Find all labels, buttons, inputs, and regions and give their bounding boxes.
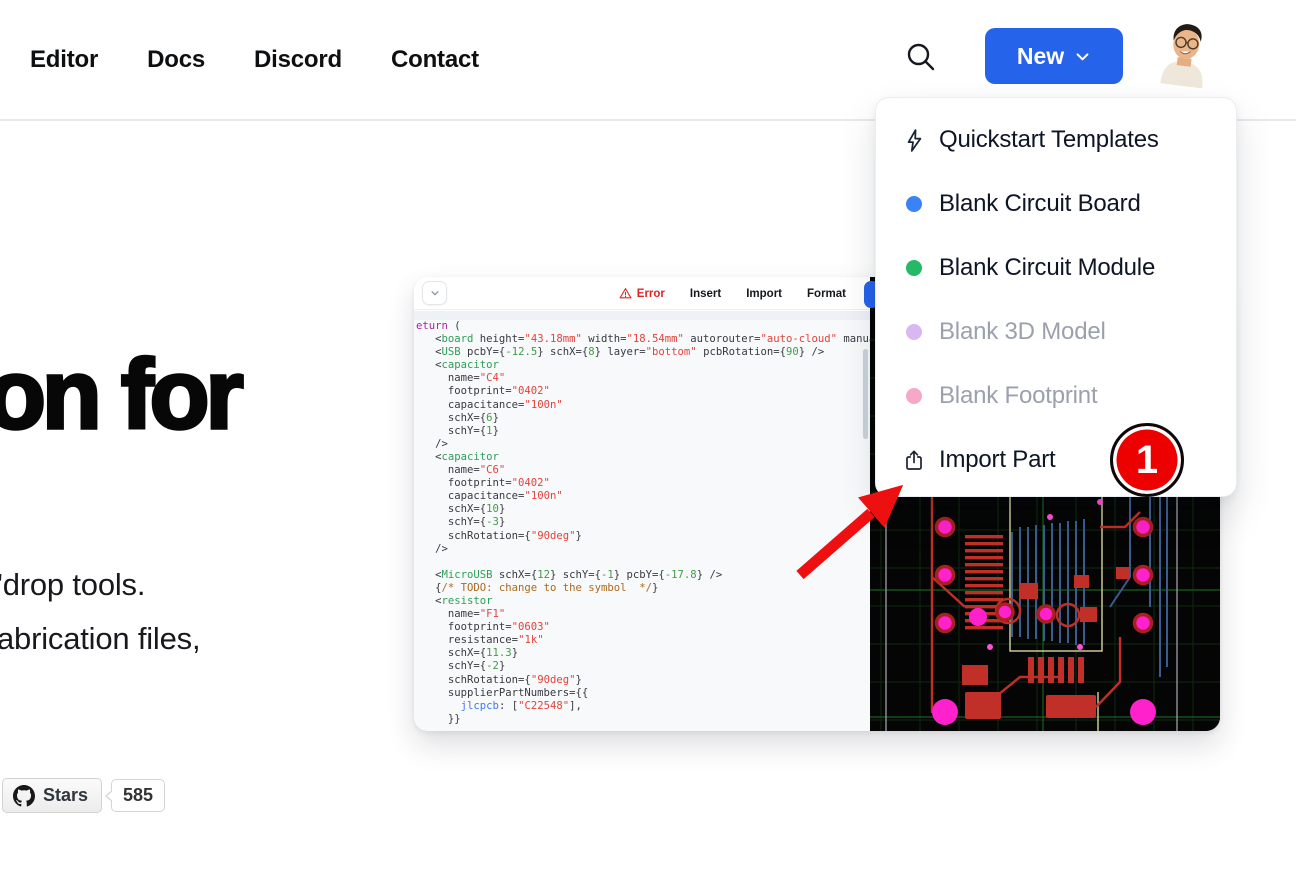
editor-toolbar: Error Insert Import Format <box>414 277 870 310</box>
color-dot-icon <box>906 260 922 276</box>
menu-item-blank-3d-model: Blank 3D Model <box>876 300 1236 364</box>
annotation-badge-1: 1 <box>1110 423 1184 497</box>
hero-heading-fragment: on for <box>0 338 240 451</box>
lightning-icon <box>902 128 927 153</box>
hero-paragraph-line-2: abrication files, <box>0 612 200 666</box>
annotation-arrow-icon <box>770 450 930 590</box>
editor-error-label: Error <box>637 288 665 300</box>
hero-paragraph-line-1: 'drop tools. <box>0 558 200 612</box>
menu-item-quickstart-templates[interactable]: Quickstart Templates <box>876 108 1236 172</box>
nav-link-editor[interactable]: Editor <box>30 46 98 74</box>
editor-error-indicator: Error <box>619 287 665 300</box>
menu-item-label: Blank Footprint <box>939 382 1097 410</box>
color-dot-icon <box>906 196 922 212</box>
new-menu-dropdown: Quickstart Templates Blank Circuit Board B… <box>875 97 1237 497</box>
menu-item-blank-circuit-module[interactable]: Blank Circuit Module <box>876 236 1236 300</box>
search-icon <box>904 40 938 74</box>
editor-tab-import: Import <box>746 288 782 300</box>
menu-item-label: Blank Circuit Module <box>939 254 1155 282</box>
chevron-down-icon <box>1074 48 1091 65</box>
chevron-down-icon <box>430 288 440 298</box>
avatar[interactable] <box>1157 22 1213 88</box>
editor-file-dropdown <box>422 281 447 305</box>
editor-tab-insert: Insert <box>690 288 721 300</box>
menu-item-blank-circuit-board[interactable]: Blank Circuit Board <box>876 172 1236 236</box>
page: Editor Docs Discord Contact New <box>0 0 1296 872</box>
editor-tab-format: Format <box>807 288 846 300</box>
new-button-label: New <box>1017 43 1064 70</box>
menu-item-blank-footprint: Blank Footprint <box>876 364 1236 428</box>
github-stars-button[interactable]: Stars <box>2 778 102 813</box>
nav-link-docs[interactable]: Docs <box>147 46 205 74</box>
menu-item-label: Quickstart Templates <box>939 126 1159 154</box>
github-stars-label: Stars <box>43 785 88 806</box>
github-stars-widget: Stars 585 <box>2 778 165 813</box>
hero-paragraph: 'drop tools. abrication files, <box>0 558 200 666</box>
new-button[interactable]: New <box>985 28 1123 84</box>
menu-item-label: Blank Circuit Board <box>939 190 1141 218</box>
color-dot-icon <box>906 324 922 340</box>
user-avatar-photo <box>1157 22 1213 88</box>
warning-triangle-icon <box>619 287 632 300</box>
github-star-count[interactable]: 585 <box>111 779 165 812</box>
nav-link-discord[interactable]: Discord <box>254 46 342 74</box>
github-octocat-icon <box>13 785 35 807</box>
menu-item-label: Blank 3D Model <box>939 318 1106 346</box>
search-button[interactable] <box>903 40 939 76</box>
color-dot-icon <box>906 388 922 404</box>
main-nav: Editor Docs Discord Contact <box>30 0 479 119</box>
code-area-top-band <box>414 311 870 320</box>
editor-toolbar-tabs: Error Insert Import Format <box>619 277 846 310</box>
nav-link-contact[interactable]: Contact <box>391 46 479 74</box>
menu-item-label: Import Part <box>939 446 1056 474</box>
